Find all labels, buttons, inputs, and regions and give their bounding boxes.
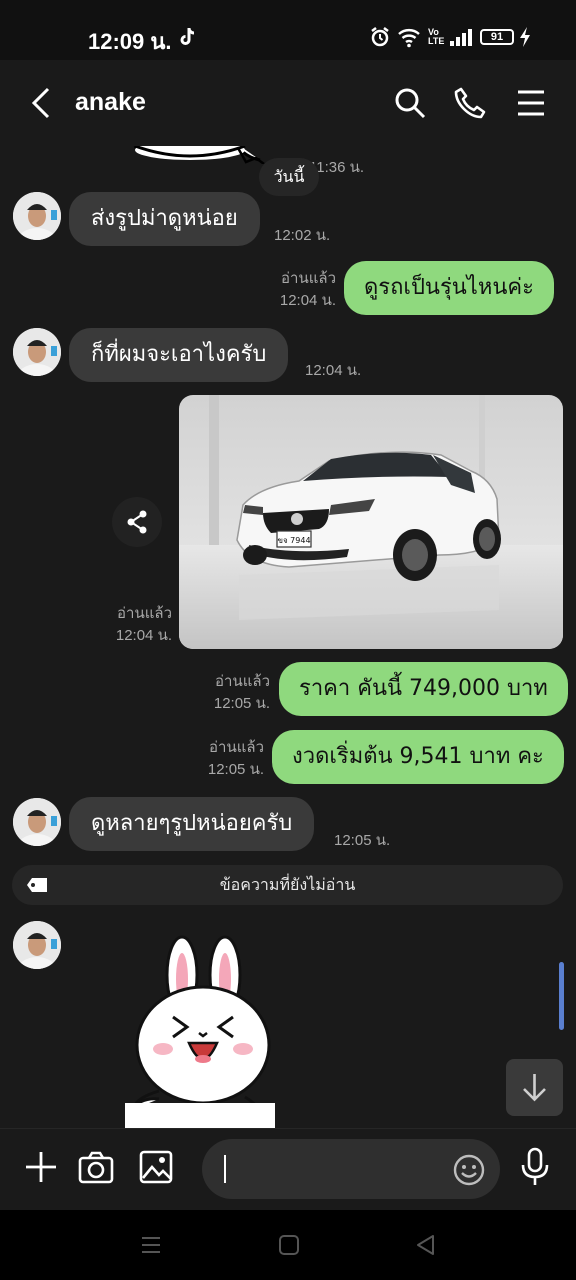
message-bubble-incoming[interactable]: ก็ที่ผมจะเอาไงครับ [69, 328, 289, 382]
volte-icon: Vo LTE [428, 27, 445, 46]
read-receipt: อ่านแล้ว [281, 270, 336, 287]
search-icon[interactable] [393, 86, 427, 124]
avatar[interactable] [13, 192, 61, 240]
message-meta: อ่านแล้ว 12:05 น. [190, 737, 264, 781]
unread-divider-label: ข้อความที่ยังไม่อ่าน [219, 875, 356, 894]
alarm-icon [370, 26, 390, 48]
avatar[interactable] [13, 328, 61, 376]
battery-indicator: 91 [480, 29, 514, 45]
share-button[interactable] [112, 497, 162, 547]
message-time: 12:04 น. [279, 292, 336, 309]
message-time: 12:04 น. [305, 362, 362, 379]
date-chip: วันนี้ [259, 158, 319, 196]
gallery-icon[interactable] [139, 1150, 173, 1188]
microphone-icon[interactable] [520, 1147, 550, 1191]
message-bubble-outgoing[interactable]: ราคา คันนี้ 749,000 บาท [279, 662, 568, 716]
home-icon[interactable] [278, 1234, 300, 1260]
unread-divider: ข้อความที่ยังไม่อ่าน [12, 865, 563, 905]
message-time: 12:05 น. [213, 695, 270, 712]
read-receipt: อ่านแล้ว [209, 739, 264, 756]
contact-name: anake [75, 88, 146, 116]
avatar[interactable] [13, 798, 61, 846]
message-meta: อ่านแล้ว 12:05 น. [196, 671, 270, 715]
message-bubble-incoming[interactable]: ส่งรูปม่าดูหน่อย [69, 192, 260, 246]
charging-icon [518, 26, 532, 48]
menu-icon[interactable] [516, 88, 546, 122]
cony-sticker[interactable] [125, 935, 275, 1132]
message-time: 12:04 น. [115, 627, 172, 644]
message-bubble-outgoing[interactable]: งวดเริ่มต้น 9,541 บาท คะ [272, 730, 564, 784]
phone-icon[interactable] [453, 86, 487, 124]
message-meta: อ่านแล้ว 12:04 น. [260, 268, 336, 312]
message-bubble-incoming[interactable]: ดูหลายๆรูปหน่อยครับ [69, 797, 315, 851]
plate-number: ขจ 7944 [277, 536, 310, 545]
wifi-icon [397, 26, 421, 48]
back-icon[interactable] [28, 86, 54, 124]
message-meta: อ่านแล้ว 12:04 น. [100, 603, 172, 647]
signal-icon [449, 26, 473, 48]
read-receipt: อ่านแล้ว [117, 605, 172, 622]
back-nav-icon[interactable] [414, 1234, 436, 1260]
message-time: 12:05 น. [334, 832, 391, 849]
arrow-down-icon [523, 1074, 546, 1102]
camera-icon[interactable] [78, 1150, 114, 1188]
message-input[interactable] [202, 1139, 500, 1199]
message-time: 12:05 น. [207, 761, 264, 778]
text-cursor [224, 1155, 226, 1183]
tiktok-icon [178, 26, 198, 53]
sticker-partial [130, 140, 270, 168]
recent-apps-icon[interactable] [140, 1234, 162, 1260]
message-time: 12:02 น. [274, 227, 331, 244]
status-clock: 12:09 น. [88, 29, 172, 54]
message-bubble-outgoing[interactable]: ดูรถเป็นรุ่นไหนค่ะ [344, 261, 554, 315]
avatar[interactable] [13, 921, 61, 969]
read-receipt: อ่านแล้ว [215, 673, 270, 690]
scrollbar[interactable] [559, 962, 564, 1030]
share-icon [127, 510, 147, 534]
add-icon[interactable] [24, 1150, 58, 1188]
emoji-icon[interactable] [453, 1154, 485, 1190]
scroll-down-button[interactable] [506, 1059, 563, 1116]
car-photo[interactable]: ขจ 7944 [179, 395, 563, 649]
